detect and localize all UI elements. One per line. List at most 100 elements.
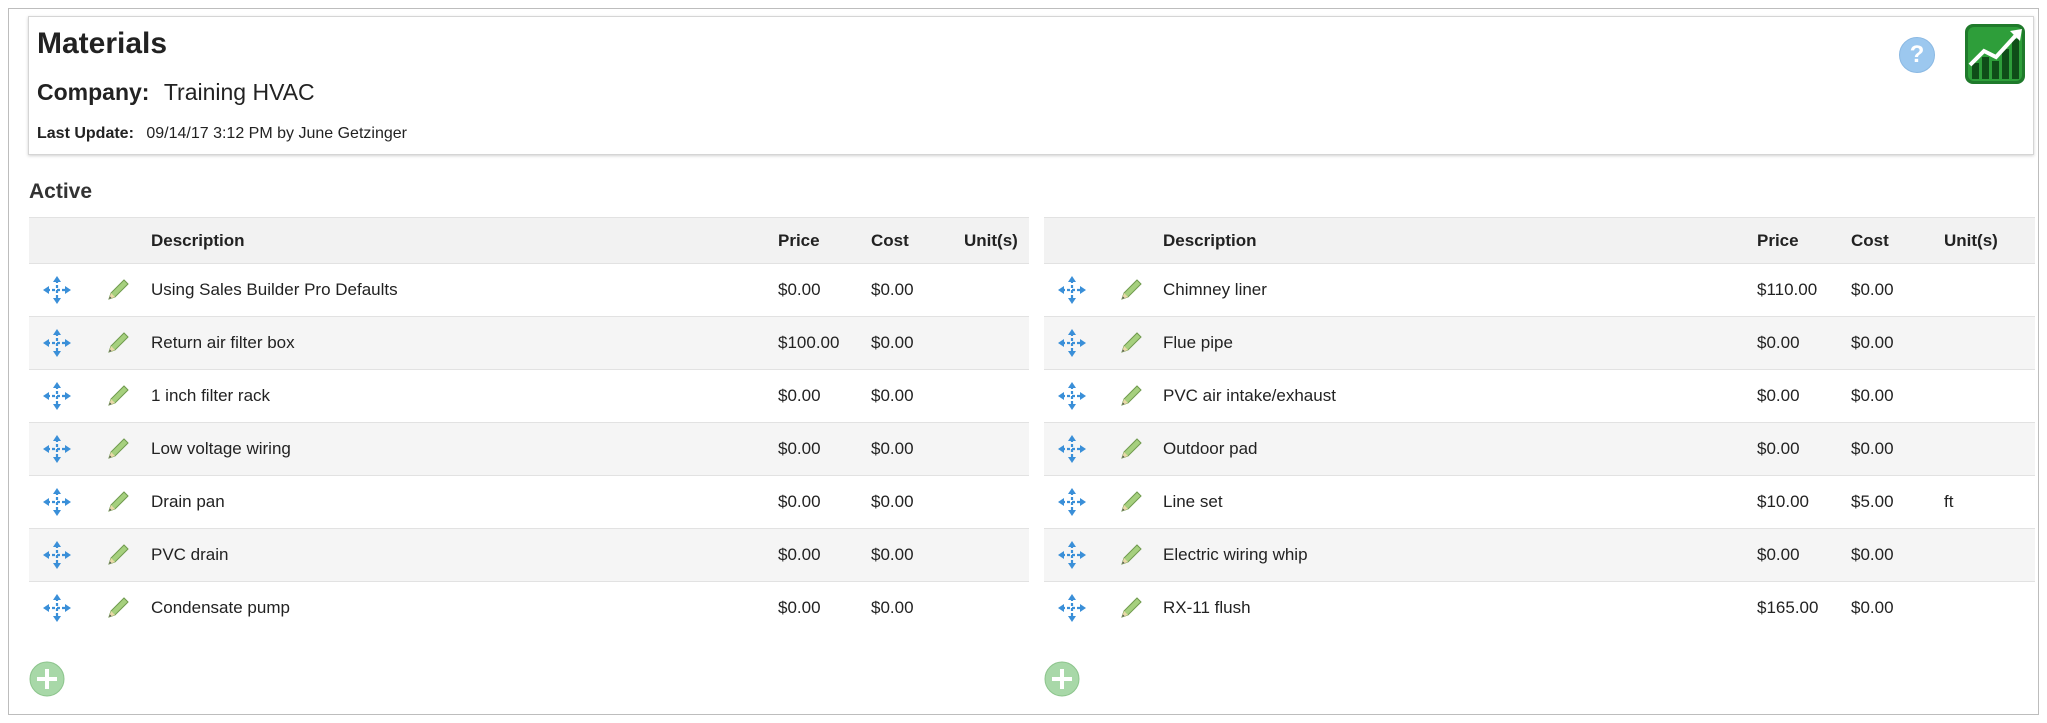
move-arrows-icon xyxy=(42,435,71,463)
edit-button[interactable] xyxy=(1099,528,1163,582)
cell-cost: $0.00 xyxy=(871,422,964,476)
drag-handle[interactable] xyxy=(1044,422,1099,476)
cell-cost: $0.00 xyxy=(1851,263,1944,317)
page-title: Materials xyxy=(37,27,168,60)
pencil-icon xyxy=(107,385,129,406)
table-row: Electric wiring whip $0.00 $0.00 xyxy=(1044,528,2035,582)
move-arrows-icon xyxy=(42,541,71,569)
cell-units xyxy=(1944,369,2035,423)
edit-button[interactable] xyxy=(1099,422,1163,476)
edit-button[interactable] xyxy=(1099,582,1163,635)
cell-price: $10.00 xyxy=(1757,475,1851,529)
col-edit xyxy=(1099,217,1163,264)
edit-button[interactable] xyxy=(84,582,151,635)
edit-button[interactable] xyxy=(1099,475,1163,529)
company-value: Training HVAC xyxy=(163,79,315,105)
drag-handle[interactable] xyxy=(1044,528,1099,582)
col-description[interactable]: Description xyxy=(1163,217,1757,264)
edit-button[interactable] xyxy=(1099,263,1163,317)
col-units[interactable]: Unit(s) xyxy=(1944,217,2035,264)
cell-description: PVC drain xyxy=(151,528,778,582)
move-arrows-icon xyxy=(42,382,71,410)
cell-price: $0.00 xyxy=(1757,316,1851,370)
growth-chart-icon[interactable] xyxy=(1964,23,2026,85)
company-label: Company: xyxy=(37,79,150,105)
table-row: Line set $10.00 $5.00 ft xyxy=(1044,475,2035,529)
pencil-icon xyxy=(1121,544,1142,565)
move-arrows-icon xyxy=(42,276,71,304)
cell-description: Electric wiring whip xyxy=(1163,528,1757,582)
col-description[interactable]: Description xyxy=(151,217,778,264)
drag-handle[interactable] xyxy=(29,263,84,317)
col-price[interactable]: Price xyxy=(778,217,871,264)
cell-price: $100.00 xyxy=(778,316,871,370)
cell-units xyxy=(964,582,1029,635)
edit-button[interactable] xyxy=(84,422,151,476)
cell-description: Drain pan xyxy=(151,475,778,529)
add-material-button-left[interactable] xyxy=(29,661,65,697)
col-units[interactable]: Unit(s) xyxy=(964,217,1029,264)
cell-description: Chimney liner xyxy=(1163,263,1757,317)
materials-table-left: Description Price Cost Unit(s) Using Sal… xyxy=(29,217,1029,634)
pencil-icon xyxy=(1121,385,1142,406)
help-icon[interactable]: ? xyxy=(1899,37,1935,73)
drag-handle[interactable] xyxy=(29,582,84,635)
cell-cost: $0.00 xyxy=(871,528,964,582)
edit-button[interactable] xyxy=(84,528,151,582)
cell-cost: $0.00 xyxy=(871,598,914,617)
table-row: Return air filter box $100.00 $0.00 xyxy=(29,316,1029,370)
cell-cost: $0.00 xyxy=(1851,316,1944,370)
drag-handle[interactable] xyxy=(1044,582,1099,635)
drag-handle[interactable] xyxy=(1044,475,1099,529)
cell-units xyxy=(1944,316,2035,370)
drag-handle[interactable] xyxy=(1044,316,1099,370)
edit-button[interactable] xyxy=(84,369,151,423)
drag-handle[interactable] xyxy=(29,369,84,423)
move-arrows-icon xyxy=(1057,435,1086,463)
col-cost[interactable]: Cost xyxy=(871,217,964,264)
cell-description: PVC air intake/exhaust xyxy=(1163,369,1757,423)
move-arrows-icon xyxy=(1057,541,1086,569)
edit-button[interactable] xyxy=(1099,369,1163,423)
edit-button[interactable] xyxy=(84,263,151,317)
edit-button[interactable] xyxy=(1099,316,1163,370)
cell-cost: $0.00 xyxy=(871,263,964,317)
cell-cost: $0.00 xyxy=(1851,369,1944,423)
cell-description: Return air filter box xyxy=(151,316,778,370)
drag-handle[interactable] xyxy=(1044,263,1099,317)
cell-price: $0.00 xyxy=(1757,528,1851,582)
drag-handle[interactable] xyxy=(29,528,84,582)
pencil-icon xyxy=(107,597,129,618)
col-price[interactable]: Price xyxy=(1757,217,1851,264)
move-arrows-icon xyxy=(42,329,71,357)
cell-price: $0.00 xyxy=(778,528,871,582)
drag-handle[interactable] xyxy=(29,475,84,529)
table-row: PVC air intake/exhaust $0.00 $0.00 xyxy=(1044,369,2035,423)
table-header-row: Description Price Cost Unit(s) xyxy=(1044,217,2035,264)
cell-units xyxy=(964,316,1029,370)
cell-description: Low voltage wiring xyxy=(151,422,778,476)
col-edit xyxy=(84,217,151,264)
cell-units xyxy=(1944,582,2035,635)
move-arrows-icon xyxy=(42,594,71,622)
table-row: Low voltage wiring $0.00 $0.00 xyxy=(29,422,1029,476)
cell-price: $0.00 xyxy=(1757,369,1851,423)
drag-handle[interactable] xyxy=(29,422,84,476)
cell-cost: $0.00 xyxy=(871,475,964,529)
edit-button[interactable] xyxy=(84,316,151,370)
drag-handle[interactable] xyxy=(1044,369,1099,423)
cell-units xyxy=(964,369,1029,423)
col-cost[interactable]: Cost xyxy=(1851,217,1944,264)
table-row: Using Sales Builder Pro Defaults $0.00 $0.… xyxy=(29,263,1029,317)
edit-button[interactable] xyxy=(84,475,151,529)
move-arrows-icon xyxy=(1057,594,1086,622)
add-material-button-right[interactable] xyxy=(1044,661,1080,697)
cell-description: 1 inch filter rack xyxy=(151,369,778,423)
table-row: Flue pipe $0.00 $0.00 xyxy=(1044,316,2035,370)
section-title-active: Active xyxy=(29,180,93,203)
cell-cost: $5.00 xyxy=(1851,475,1944,529)
pencil-icon xyxy=(1121,332,1142,353)
table-row: Condensate pump $0.00 $0.00 xyxy=(29,582,1029,635)
cell-units: ft xyxy=(1944,475,2035,529)
drag-handle[interactable] xyxy=(29,316,84,370)
